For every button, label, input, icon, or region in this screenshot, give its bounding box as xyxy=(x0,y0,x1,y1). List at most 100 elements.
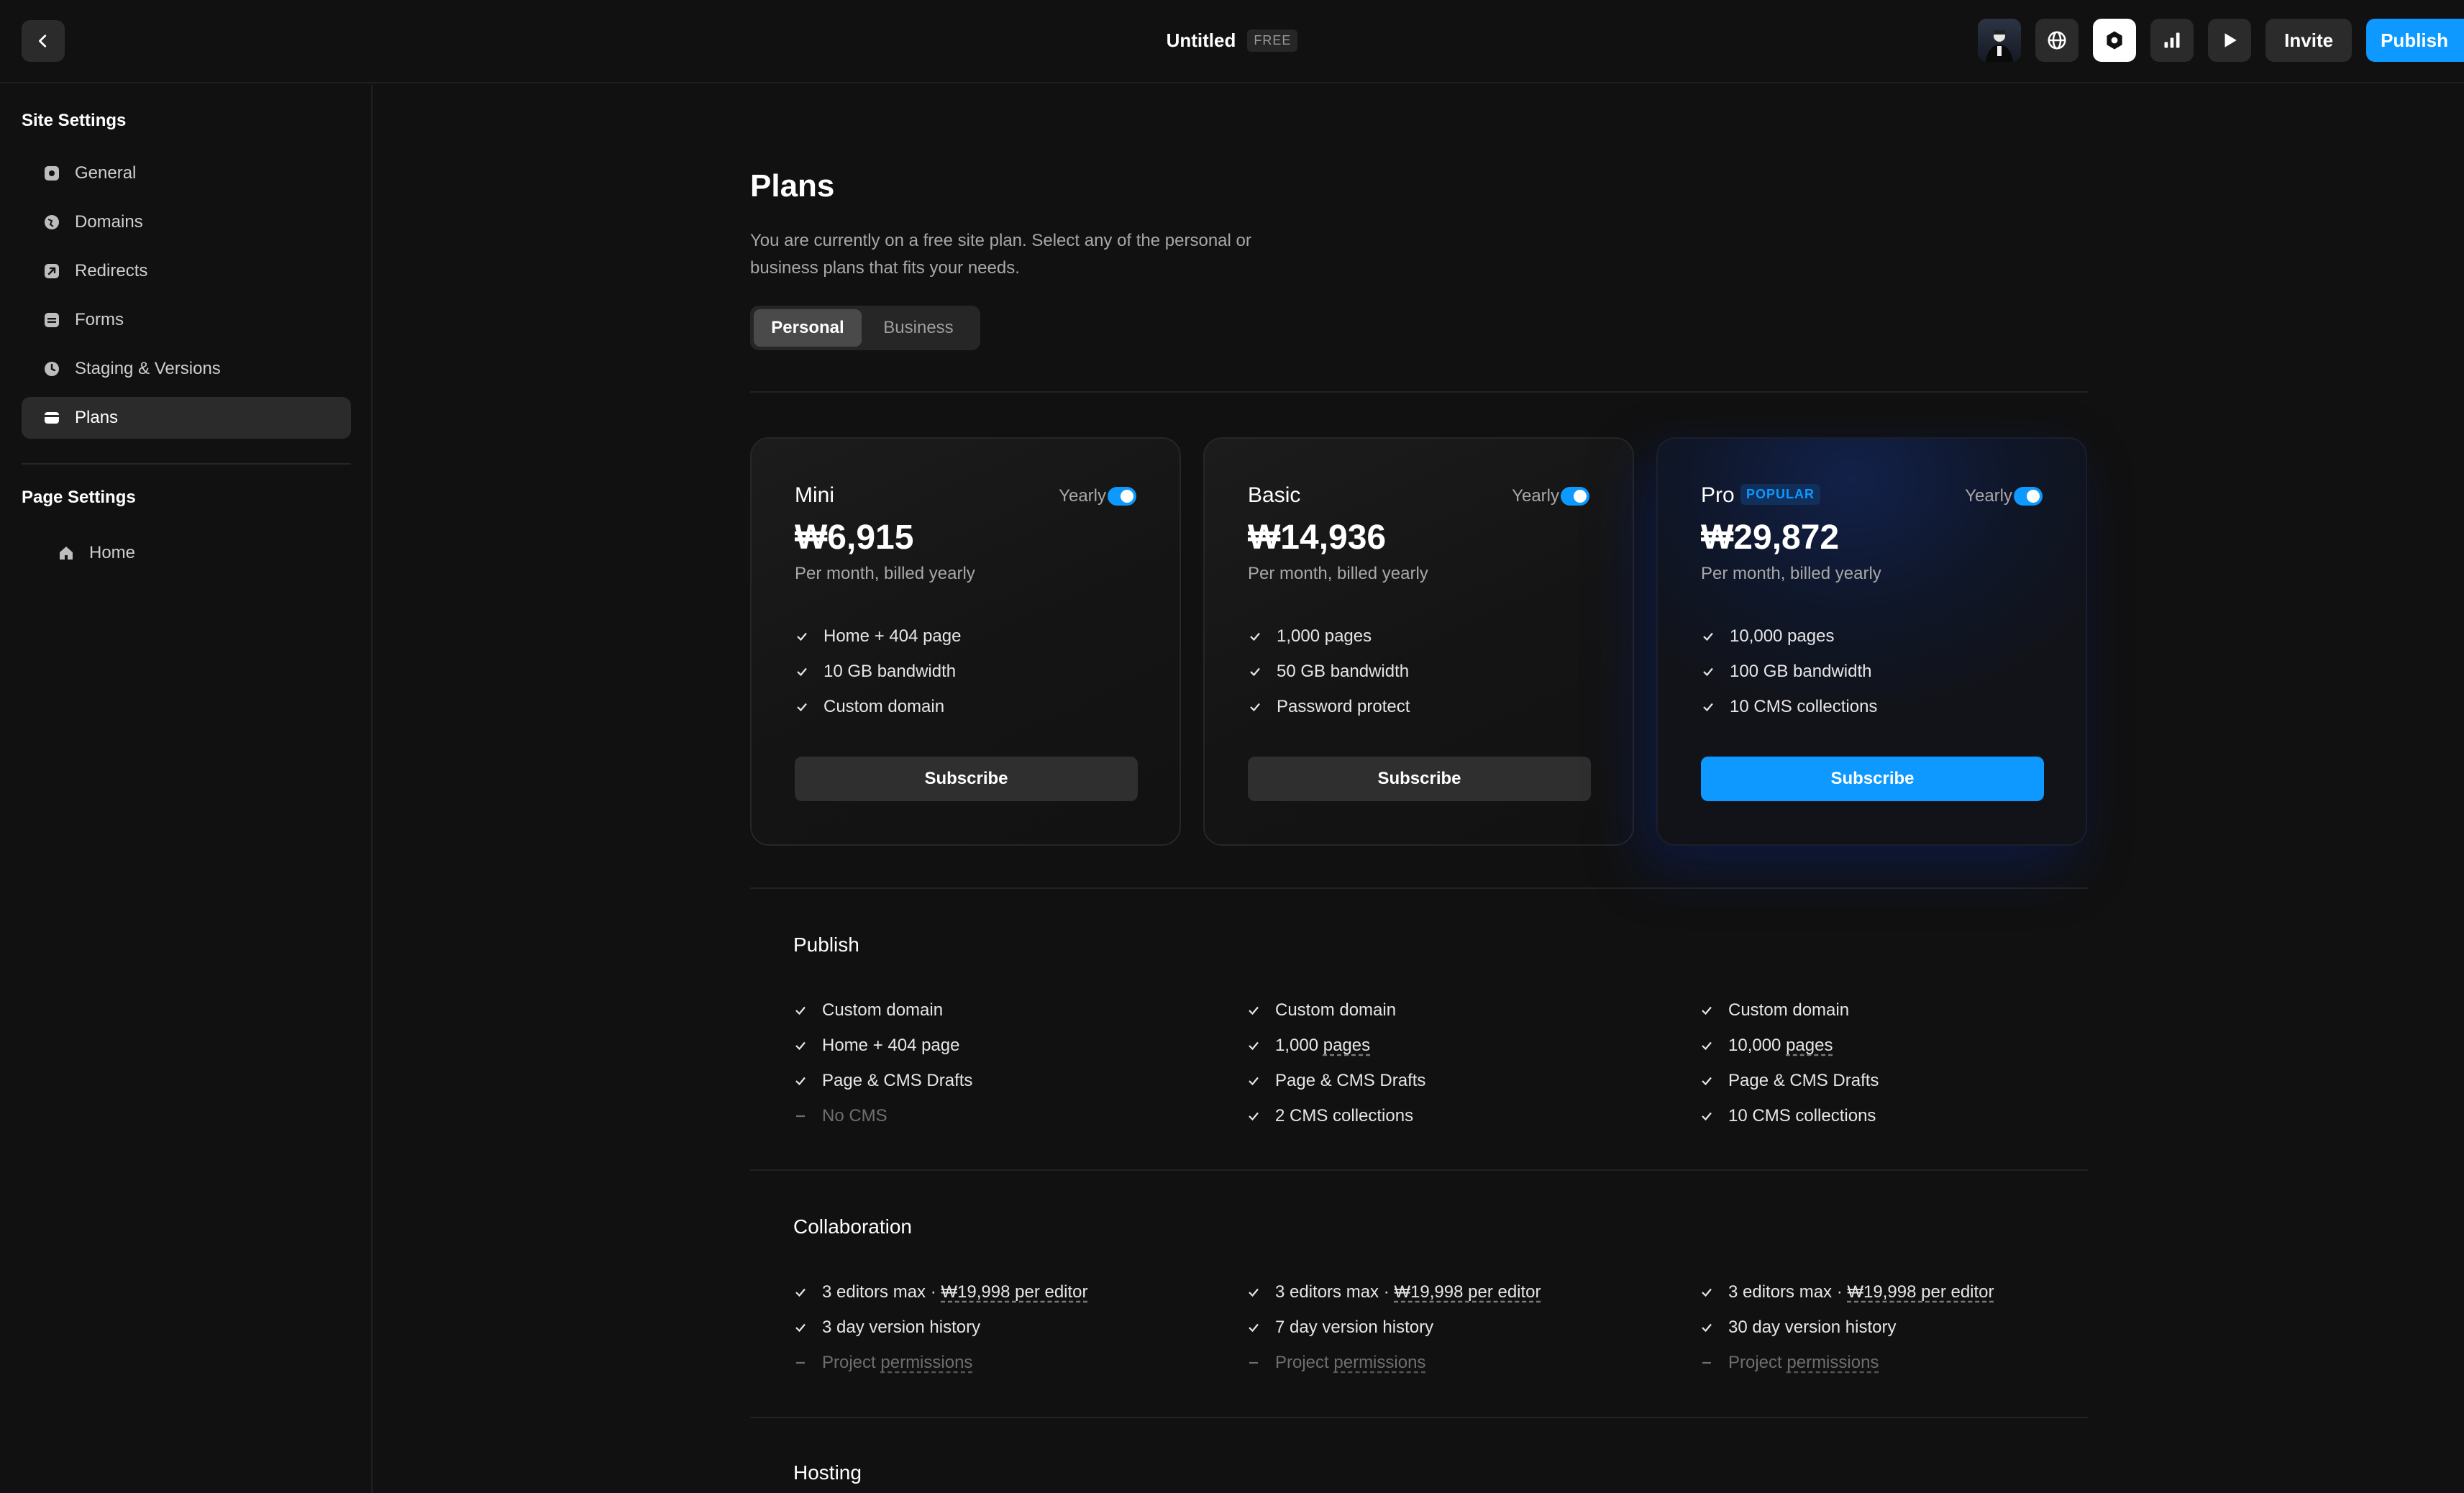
check-icon xyxy=(793,1038,808,1053)
list-item: No CMS xyxy=(793,1098,972,1133)
play-icon xyxy=(2225,33,2237,47)
globe-icon xyxy=(2048,31,2066,50)
info-link[interactable]: permissions xyxy=(880,1353,972,1372)
billing-note: Per month, billed yearly xyxy=(1248,564,1428,583)
list-item: 10,000 pages xyxy=(1701,618,1877,654)
check-icon xyxy=(793,1285,808,1300)
settings-button[interactable] xyxy=(2093,19,2137,62)
sidebar-item-staging-versions[interactable]: Staging & Versions xyxy=(22,348,351,390)
plan-name: Pro xyxy=(1701,483,1735,507)
subscribe-button-mini[interactable]: Subscribe xyxy=(795,757,1138,801)
plan-type-switch: Personal Business xyxy=(750,306,980,350)
page-title: Plans xyxy=(750,168,835,204)
list-item: Project permissions xyxy=(1699,1345,1994,1380)
publish-button[interactable]: Publish xyxy=(2366,19,2464,62)
plan-features: Home + 404 page 10 GB bandwidth Custom d… xyxy=(795,618,961,724)
dash-icon xyxy=(1699,1356,1714,1370)
subscribe-button-pro[interactable]: Subscribe xyxy=(1701,757,2044,801)
list-item: Custom domain xyxy=(1699,992,1879,1028)
list-item: Custom domain xyxy=(795,689,961,724)
sidebar-item-label: Forms xyxy=(75,310,124,329)
sidebar-divider xyxy=(22,463,351,465)
publish-column-mini: Custom domain Home + 404 page Page & CMS D… xyxy=(793,992,972,1133)
divider xyxy=(750,1169,2088,1171)
document-title[interactable]: Untitled xyxy=(1167,29,1236,52)
sidebar-item-label: Redirects xyxy=(75,261,148,280)
list-item: Page & CMS Drafts xyxy=(793,1063,972,1098)
globe-button[interactable] xyxy=(2035,19,2079,62)
check-icon xyxy=(1699,1285,1714,1300)
yearly-toggle[interactable] xyxy=(1561,487,1589,506)
info-link[interactable]: ₩19,998 per editor xyxy=(941,1282,1087,1302)
check-icon xyxy=(1248,629,1262,644)
info-link[interactable]: pages xyxy=(1786,1036,1833,1055)
globe-icon xyxy=(43,214,60,231)
info-link[interactable]: permissions xyxy=(1787,1353,1879,1372)
page-settings-heading: Page Settings xyxy=(22,488,136,507)
dash-icon xyxy=(793,1109,808,1123)
info-link[interactable]: pages xyxy=(1323,1036,1370,1055)
chevron-left-icon xyxy=(39,35,47,47)
sidebar-item-general[interactable]: General xyxy=(22,152,351,194)
plan-card-basic: Basic Yearly ₩14,936 Per month, billed y… xyxy=(1203,437,1634,846)
section-title-hosting: Hosting xyxy=(793,1461,862,1484)
sidebar-item-home[interactable]: Home xyxy=(22,532,351,574)
sidebar-item-label: General xyxy=(75,163,137,183)
info-link[interactable]: permissions xyxy=(1333,1353,1425,1372)
list-item: 1,000 pages xyxy=(1248,618,1410,654)
check-icon xyxy=(1246,1109,1261,1123)
plan-name: Basic xyxy=(1248,483,1301,507)
yearly-toggle[interactable] xyxy=(2014,487,2043,506)
site-settings-heading: Site Settings xyxy=(22,111,127,130)
invite-button[interactable]: Invite xyxy=(2265,19,2353,62)
list-item: 100 GB bandwidth xyxy=(1701,654,1877,689)
tab-personal[interactable]: Personal xyxy=(754,309,862,347)
bar-chart-icon xyxy=(2164,32,2180,48)
dash-icon xyxy=(793,1356,808,1370)
list-item: 2 CMS collections xyxy=(1246,1098,1425,1133)
list-item: 3 day version history xyxy=(793,1310,1088,1345)
collaboration-column-mini: 3 editors max · ₩19,998 per editor 3 day … xyxy=(793,1274,1088,1380)
sidebar-item-redirects[interactable]: Redirects xyxy=(22,250,351,292)
yearly-label: Yearly xyxy=(1512,486,1559,506)
preview-button[interactable] xyxy=(2208,19,2252,62)
list-item: 7 day version history xyxy=(1246,1310,1541,1345)
check-icon xyxy=(1699,1320,1714,1335)
check-icon xyxy=(1248,700,1262,714)
list-item: 50 GB bandwidth xyxy=(1248,654,1410,689)
plan-features: 1,000 pages 50 GB bandwidth Password pro… xyxy=(1248,618,1410,724)
clock-icon xyxy=(43,360,60,378)
check-icon xyxy=(1699,1038,1714,1053)
check-icon xyxy=(793,1320,808,1335)
plan-price: ₩6,915 xyxy=(795,519,914,557)
check-icon xyxy=(1246,1320,1261,1335)
dash-icon xyxy=(1246,1356,1261,1370)
avatar[interactable] xyxy=(1978,19,2022,62)
form-icon xyxy=(43,311,60,329)
check-icon xyxy=(1699,1003,1714,1018)
sidebar-item-domains[interactable]: Domains xyxy=(22,201,351,243)
back-button[interactable] xyxy=(22,20,65,62)
main-content: Plans You are currently on a free site p… xyxy=(374,85,2464,1493)
check-icon xyxy=(1701,665,1715,679)
divider xyxy=(750,1417,2088,1418)
plan-price: ₩14,936 xyxy=(1248,519,1387,557)
list-item: Custom domain xyxy=(1246,992,1425,1028)
info-link[interactable]: ₩19,998 per editor xyxy=(1847,1282,1994,1302)
list-item: Home + 404 page xyxy=(795,618,961,654)
analytics-button[interactable] xyxy=(2150,19,2194,62)
card-icon xyxy=(43,409,60,426)
subscribe-button-basic[interactable]: Subscribe xyxy=(1248,757,1591,801)
sidebar-item-plans[interactable]: Plans xyxy=(22,397,351,439)
check-icon xyxy=(1699,1109,1714,1123)
info-link[interactable]: ₩19,998 per editor xyxy=(1394,1282,1541,1302)
list-item: Page & CMS Drafts xyxy=(1699,1063,1879,1098)
yearly-toggle[interactable] xyxy=(1108,487,1136,506)
sidebar-item-forms[interactable]: Forms xyxy=(22,299,351,341)
check-icon xyxy=(795,665,809,679)
tab-business[interactable]: Business xyxy=(864,309,972,347)
popular-badge: POPULAR xyxy=(1740,484,1821,505)
plan-name: Mini xyxy=(795,483,835,507)
plan-price: ₩29,872 xyxy=(1701,519,1840,557)
check-icon xyxy=(795,629,809,644)
